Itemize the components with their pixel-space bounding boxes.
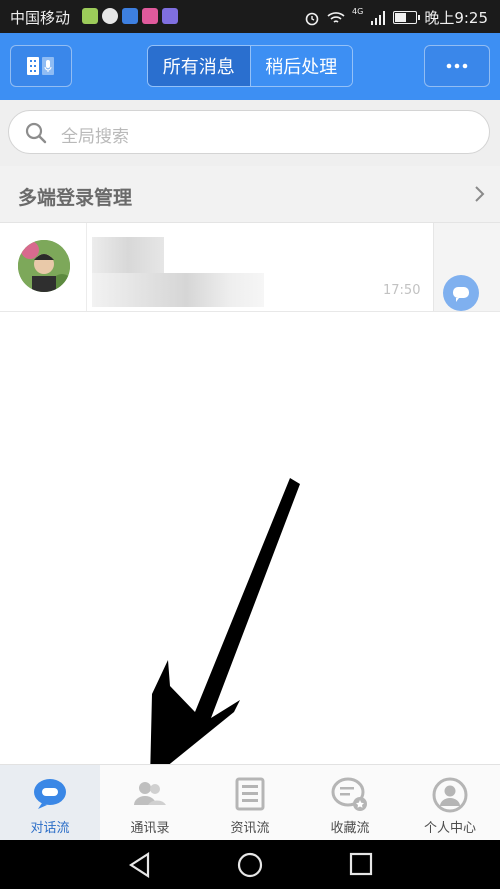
avatar [18,240,70,292]
search-area: 全局搜索 [0,100,500,166]
multi-device-label: 多端登录管理 [18,187,133,209]
news-icon [235,777,265,811]
game-notification-icon [142,8,158,24]
search-placeholder: 全局搜索 [61,127,129,147]
chat-bubble-icon [453,287,469,302]
tab-conversations[interactable]: 对话流 [0,765,100,841]
recents-icon[interactable] [349,852,373,876]
search-icon [25,122,47,144]
tab-contacts[interactable]: 通讯录 [100,765,200,841]
signal-icon [371,10,386,25]
message-preview-blurred [92,273,264,307]
battery-icon [393,11,421,24]
multi-device-login-row[interactable]: 多端登录管理 [0,166,500,223]
tab-label: 收藏流 [330,821,370,836]
status-bar: 中国移动 4G 晚上9:25 [0,0,500,33]
dial-mic-icon [27,57,54,75]
favorites-icon [331,777,367,811]
bottom-tab-bar: 对话流 通讯录 资讯流 收藏流 个人中心 [0,764,500,841]
message-time: 17:50 [383,283,421,298]
shield-notification-icon [122,8,138,24]
conversation-item[interactable]: 17:50 [0,223,500,312]
tab-news[interactable]: 资讯流 [200,765,300,841]
chat-bubble-icon [34,779,66,809]
home-icon[interactable] [237,852,263,878]
quick-reply-button[interactable] [443,275,479,311]
network-type: 4G [352,7,364,16]
more-dots-icon [446,63,468,69]
system-nav-bar [0,840,500,889]
tab-all-messages[interactable]: 所有消息 [148,46,250,86]
contacts-icon [134,782,166,805]
alarm-icon [305,12,319,25]
search-input[interactable]: 全局搜索 [8,110,490,154]
wifi-icon [327,11,345,23]
top-header: 所有消息 稍后处理 [0,33,500,100]
more-button[interactable] [424,45,490,87]
carrier-name: 中国移动 [10,9,71,27]
app-notification-icon [82,8,98,24]
tab-label: 对话流 [30,821,70,836]
tab-label: 通讯录 [130,821,170,836]
tab-favorites[interactable]: 收藏流 [300,765,400,841]
tab-label: 资讯流 [230,821,270,836]
message-filter-tabs: 所有消息 稍后处理 [147,45,353,87]
tab-later[interactable]: 稍后处理 [249,46,352,86]
music-notification-icon [162,8,178,24]
tab-profile[interactable]: 个人中心 [400,765,500,841]
tab-label: 个人中心 [423,821,476,836]
profile-icon [432,777,468,813]
chevron-right-icon [475,186,485,202]
clock-time: 晚上9:25 [424,9,488,27]
notification-icons [82,8,178,24]
message-notification-icon [102,8,118,24]
back-icon[interactable] [128,852,152,878]
dial-button[interactable] [10,45,72,87]
contact-name-blurred [92,237,164,273]
